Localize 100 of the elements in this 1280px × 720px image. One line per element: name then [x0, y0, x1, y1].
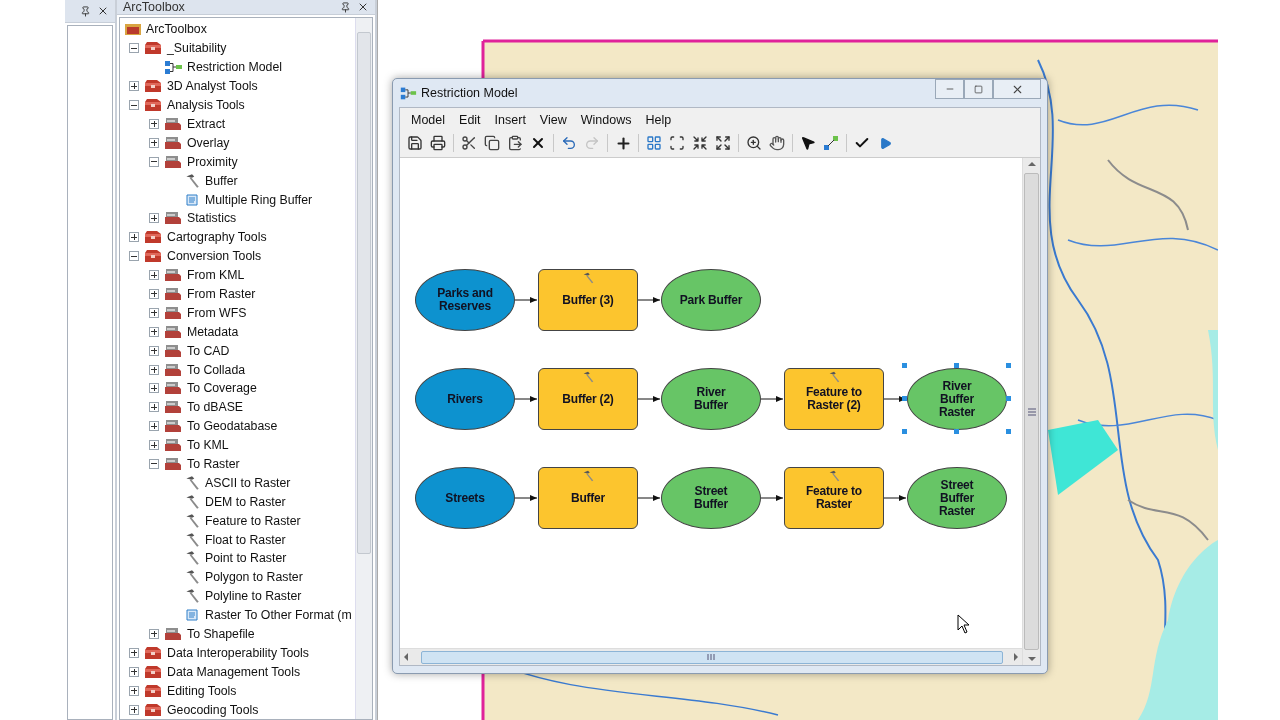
tree-item[interactable]: Data Management Tools [167, 664, 301, 679]
connect-icon[interactable] [821, 133, 841, 153]
expand-toggle[interactable] [129, 81, 139, 92]
tree-item[interactable]: _Suitability [167, 41, 227, 56]
expand-toggle[interactable] [149, 137, 159, 148]
expand-toggle[interactable] [149, 629, 159, 639]
input-data-node[interactable]: Streets [415, 467, 515, 529]
collapse-toggle[interactable] [129, 251, 139, 262]
scroll-up-icon[interactable] [1027, 161, 1036, 167]
tree-item[interactable]: To Geodatabase [187, 419, 278, 434]
tool-node[interactable]: Buffer (2) [538, 368, 638, 430]
expand-toggle[interactable] [149, 307, 159, 318]
tree-item[interactable]: From Raster [187, 286, 256, 301]
tree-item[interactable]: To Shapefile [187, 627, 255, 641]
menu-item[interactable]: Windows [573, 111, 639, 129]
tool-node[interactable]: Buffer (3) [538, 269, 638, 331]
expand-toggle[interactable] [129, 685, 139, 696]
expand-toggle[interactable] [149, 402, 159, 413]
tree-item[interactable]: Extract [187, 116, 226, 131]
output-data-node[interactable]: Street Buffer Raster [907, 467, 1007, 529]
expand-toggle[interactable] [129, 232, 139, 243]
copy-icon[interactable] [482, 133, 502, 153]
tool-node[interactable]: Buffer [538, 467, 638, 529]
tree-item[interactable]: Float to Raster [205, 532, 286, 547]
grid-icon[interactable] [644, 133, 664, 153]
tree-item[interactable]: To CAD [187, 343, 230, 358]
scrollbar[interactable] [355, 18, 372, 719]
tree-item[interactable]: Editing Tools [167, 683, 237, 698]
output-data-node[interactable]: Park Buffer [661, 269, 761, 331]
expand-toggle[interactable] [149, 383, 159, 394]
expand-toggle[interactable] [149, 288, 159, 299]
expand-toggle[interactable] [149, 364, 159, 375]
tree-item[interactable]: Point to Raster [205, 551, 287, 566]
expand-toggle[interactable] [149, 213, 159, 224]
tree-item[interactable]: To Collada [187, 362, 246, 377]
full-extent-icon[interactable] [667, 133, 687, 153]
expand-toggle[interactable] [149, 270, 159, 281]
close-icon[interactable] [97, 5, 109, 17]
tree-item[interactable]: Conversion Tools [167, 249, 262, 264]
tree-item[interactable]: To Coverage [187, 381, 257, 396]
tree-item[interactable]: From KML [187, 268, 245, 283]
menu-item[interactable]: Insert [487, 111, 533, 129]
horizontal-scrollbar[interactable] [400, 648, 1022, 665]
expand-toggle[interactable] [149, 421, 159, 432]
expand-toggle[interactable] [149, 345, 159, 356]
tree-item[interactable]: Multiple Ring Buffer [205, 192, 313, 207]
scroll-left-icon[interactable] [403, 653, 409, 661]
menu-item[interactable]: Edit [452, 111, 488, 129]
menu-item[interactable]: View [532, 111, 574, 129]
collapse-toggle[interactable] [129, 100, 139, 111]
tree-item[interactable]: Proximity [187, 154, 238, 169]
tree-item[interactable]: DEM to Raster [205, 494, 286, 509]
expand-icon[interactable] [713, 133, 733, 153]
expand-toggle[interactable] [149, 440, 159, 451]
pin-icon[interactable] [340, 1, 351, 13]
menu-item[interactable]: Help [638, 111, 679, 129]
tree-item[interactable]: Geocoding Tools [167, 702, 259, 717]
collapse-toggle[interactable] [129, 43, 139, 54]
tree-item[interactable]: Metadata [187, 324, 239, 339]
tree-item[interactable]: Statistics [187, 211, 237, 226]
tree-item[interactable]: Raster To Other Format (m [205, 608, 352, 623]
save-icon[interactable] [405, 133, 425, 153]
tree-item[interactable]: Analysis Tools [167, 98, 245, 113]
tree-item[interactable]: 3D Analyst Tools [167, 79, 258, 94]
tool-node[interactable]: Feature to Raster (2) [784, 368, 884, 430]
tree-item[interactable]: Overlay [187, 135, 230, 150]
print-icon[interactable] [428, 133, 448, 153]
pin-icon[interactable] [80, 5, 91, 17]
tree-item[interactable]: Feature to Raster [205, 513, 301, 528]
menu-item[interactable]: Model [404, 111, 453, 129]
expand-toggle[interactable] [129, 666, 139, 677]
output-data-node[interactable]: River Buffer Raster [907, 368, 1007, 430]
tool-node[interactable]: Feature to Raster [784, 467, 884, 529]
scroll-down-icon[interactable] [1027, 656, 1036, 662]
tree-item[interactable]: From WFS [187, 305, 247, 320]
expand-toggle[interactable] [149, 326, 159, 337]
tree-item[interactable]: Polyline to Raster [205, 589, 302, 604]
tree-item[interactable]: To KML [187, 438, 229, 453]
input-data-node[interactable]: Parks and Reserves [415, 269, 515, 331]
tree-item[interactable]: Buffer [205, 173, 238, 188]
expand-toggle[interactable] [129, 704, 139, 715]
tree-item[interactable]: Data Interoperability Tools [167, 645, 309, 660]
close-icon[interactable] [357, 1, 369, 13]
tree-item[interactable]: To Raster [187, 456, 240, 471]
collapse-toggle[interactable] [149, 458, 159, 469]
hand-icon[interactable] [767, 133, 787, 153]
scroll-right-icon[interactable] [1013, 653, 1019, 661]
vertical-scrollbar[interactable] [1022, 158, 1040, 665]
tree-item[interactable]: Cartography Tools [167, 230, 267, 245]
tree-item[interactable]: To dBASE [187, 400, 244, 415]
tree-item[interactable]: ArcToolbox [146, 22, 207, 37]
tree-item[interactable]: ASCII to Raster [205, 475, 291, 490]
expand-toggle[interactable] [149, 118, 159, 129]
input-data-node[interactable]: Rivers [415, 368, 515, 430]
expand-toggle[interactable] [129, 647, 139, 658]
output-data-node[interactable]: Street Buffer [661, 467, 761, 529]
output-data-node[interactable]: River Buffer [661, 368, 761, 430]
collapse-toggle[interactable] [149, 156, 159, 167]
tree-item[interactable]: Polygon to Raster [205, 570, 303, 585]
tree-item[interactable]: Restriction Model [187, 60, 282, 75]
